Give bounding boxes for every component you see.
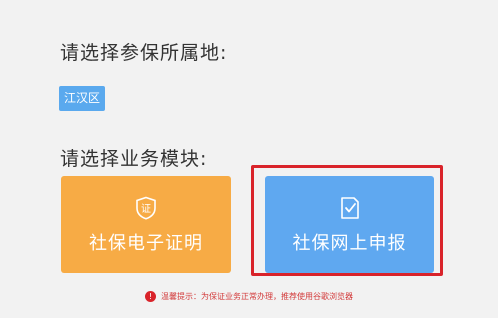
highlight-frame [251, 165, 443, 276]
info-icon: ! [145, 291, 156, 302]
module-card-label: 社保电子证明 [89, 233, 203, 254]
region-prompt: 请选择参保所属地: [60, 42, 228, 64]
certificate-icon-glyph: 证 [141, 203, 151, 215]
notice-text: 温馨提示：为保证业务正常办理，推荐使用谷歌浏览器 [161, 292, 353, 301]
browser-notice: ! 温馨提示：为保证业务正常办理，推荐使用谷歌浏览器 [0, 291, 498, 302]
page: 请选择参保所属地: 江汉区 请选择业务模块: 证 社保电子证明 社保网上申报 !… [0, 0, 498, 318]
district-button-jianghan[interactable]: 江汉区 [59, 86, 105, 111]
module-card-electronic-certificate[interactable]: 证 社保电子证明 [61, 176, 231, 273]
certificate-shield-icon: 证 [136, 196, 156, 220]
module-prompt: 请选择业务模块: [60, 148, 208, 170]
